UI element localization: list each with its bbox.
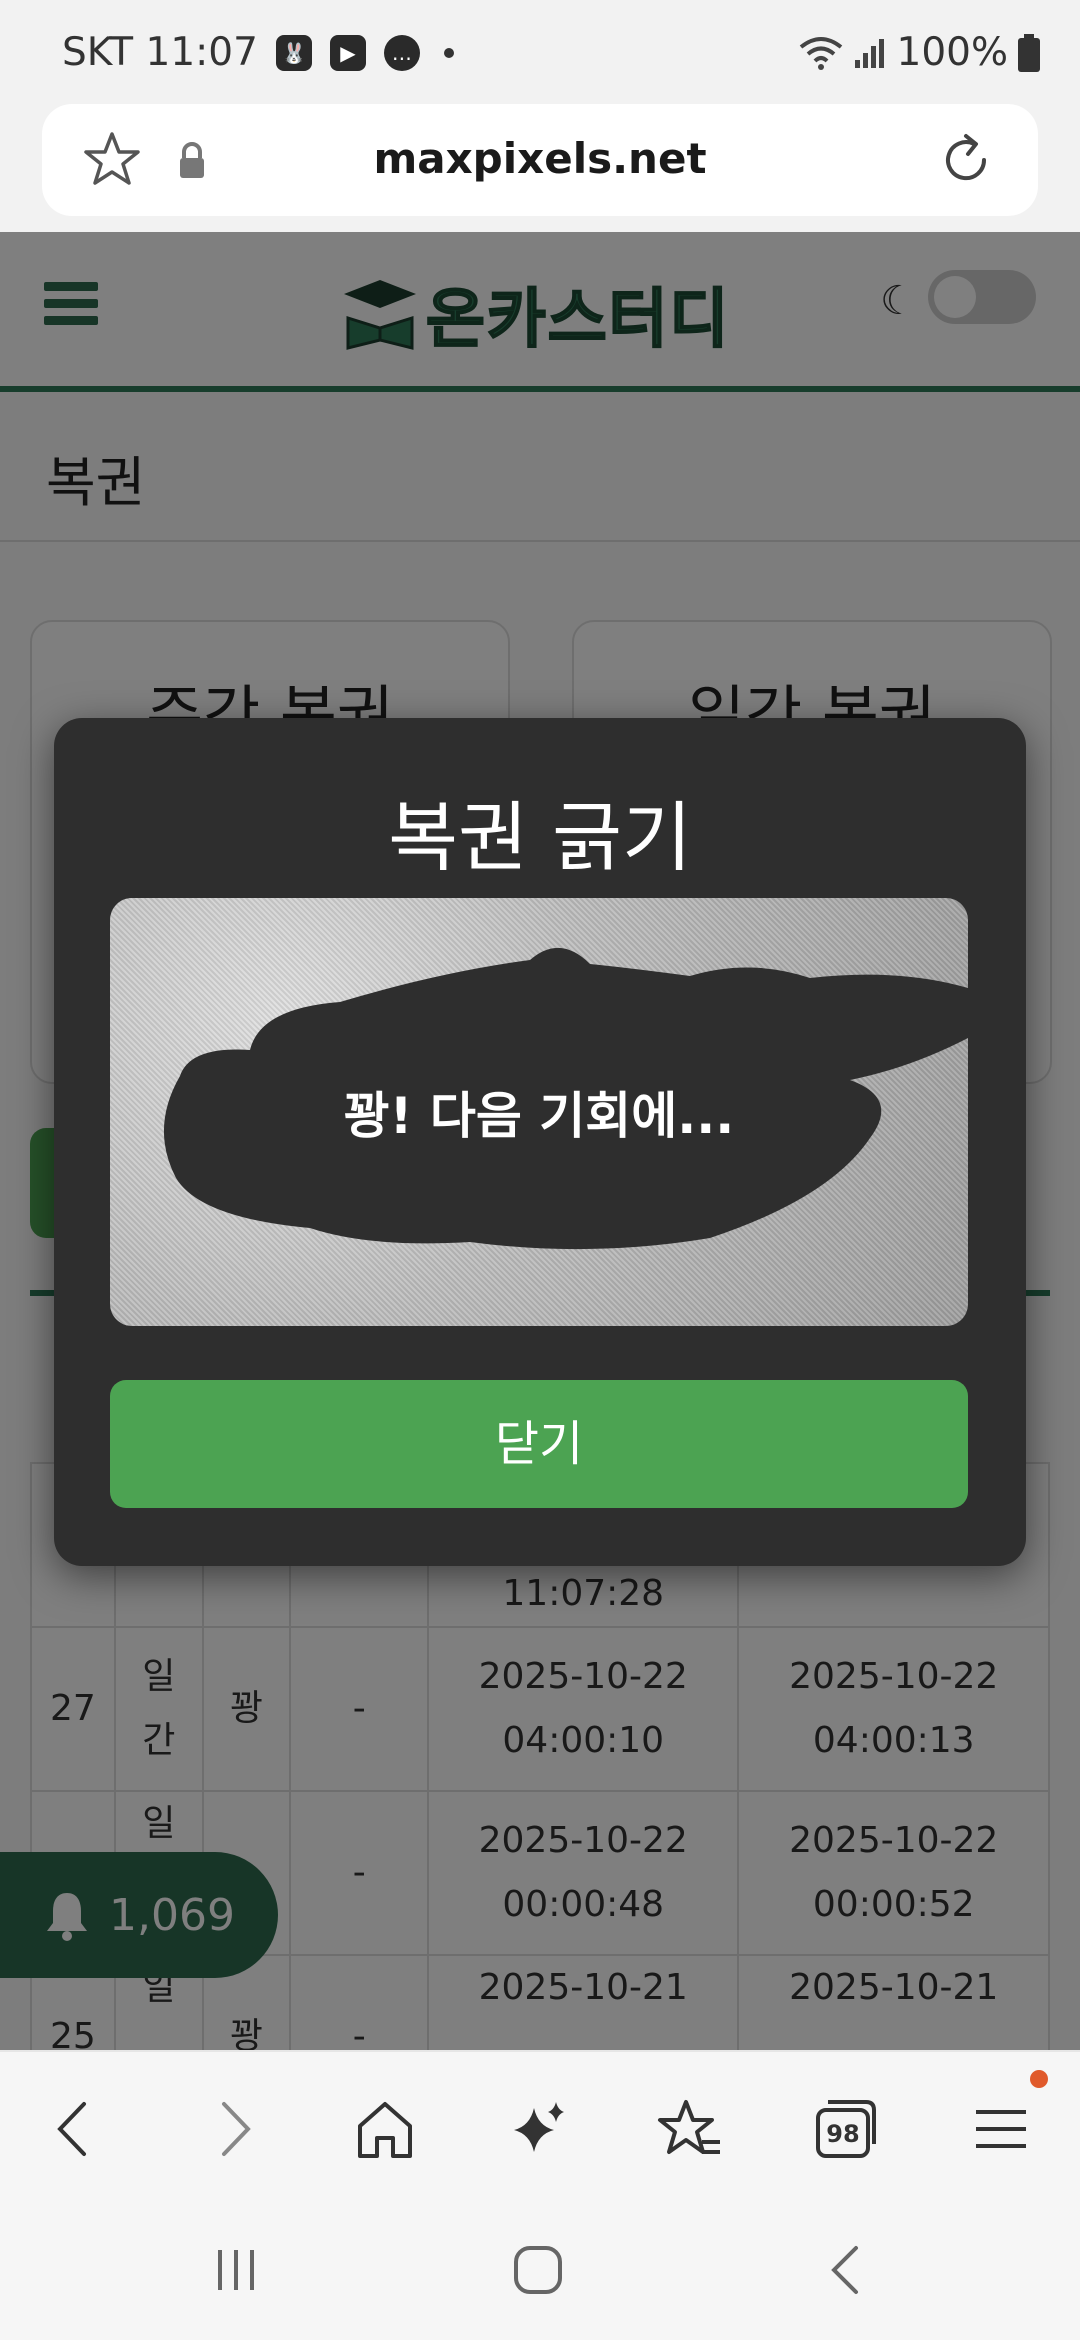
ai-sparkle-icon[interactable] <box>504 2094 574 2164</box>
menu-notification-dot <box>1030 2070 1048 2088</box>
status-left: SKT 11:07 🐰 ▶ … <box>62 30 454 75</box>
rabbit-app-icon: 🐰 <box>275 34 312 71</box>
home-icon[interactable] <box>350 2094 420 2164</box>
browser-toolbar: maxpixels.net <box>0 104 1080 232</box>
signal-icon <box>854 38 884 68</box>
url-text[interactable]: maxpixels.net <box>42 134 1038 183</box>
status-right: 100% <box>799 30 1040 75</box>
battery-percent: 100% <box>896 30 1009 75</box>
chat-icon: … <box>383 34 420 71</box>
forward-icon[interactable] <box>198 2094 268 2164</box>
tabs-icon[interactable]: 98 <box>810 2094 880 2164</box>
wifi-icon <box>799 36 842 70</box>
scratch-result-text: 꽝! 다음 기회에... <box>343 1087 735 1145</box>
modal-title: 복권 긁기 <box>388 793 692 882</box>
back-icon[interactable] <box>40 2094 110 2164</box>
carrier-time: SKT 11:07 <box>62 30 258 75</box>
close-button[interactable]: 닫기 <box>110 1380 968 1508</box>
scratch-lottery-modal: 복권 긁기 꽝! 다음 기회에... 닫기 <box>54 718 1026 1566</box>
bookmarks-icon[interactable] <box>656 2094 726 2164</box>
recent-apps-icon[interactable] <box>206 2240 266 2300</box>
battery-icon <box>1018 33 1040 72</box>
reload-icon[interactable] <box>934 128 998 192</box>
youtube-icon: ▶ <box>329 34 366 71</box>
status-bar: SKT 11:07 🐰 ▶ … 100% <box>0 0 1080 104</box>
scratch-card[interactable]: 꽝! 다음 기회에... <box>110 898 968 1326</box>
home-circle-icon[interactable] <box>508 2240 568 2300</box>
system-nav-bar <box>0 2200 1080 2340</box>
menu-icon[interactable] <box>966 2094 1036 2164</box>
address-bar[interactable]: maxpixels.net <box>42 104 1038 216</box>
tab-count: 98 <box>826 2120 860 2148</box>
system-back-icon[interactable] <box>816 2240 876 2300</box>
browser-bottom-bar: 98 <box>0 2050 1080 2202</box>
more-notifications-dot <box>443 47 454 58</box>
